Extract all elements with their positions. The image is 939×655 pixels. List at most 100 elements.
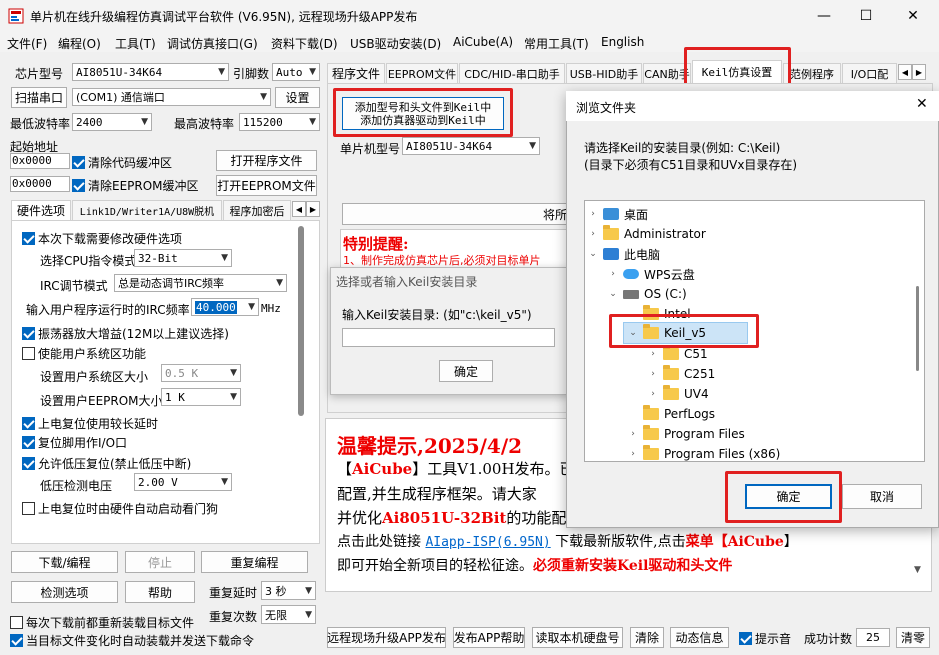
tab-scroll-right-icon[interactable]: ▶ xyxy=(912,64,926,80)
long-delay-checkbox[interactable]: 上电复位使用较长延时 xyxy=(22,415,158,432)
low-volt-select[interactable]: 2.00 V ▼ xyxy=(134,473,232,491)
user-sys-size-select[interactable]: 0.5 K ▼ xyxy=(161,364,241,382)
tab-cdc-serial[interactable]: CDC/HID-串口助手 xyxy=(459,63,565,83)
tab-usb-hid[interactable]: USB-HID助手 xyxy=(566,63,642,83)
tree-item-program-files-x86[interactable]: › Program Files (x86) xyxy=(628,444,780,461)
menu-tools[interactable]: 工具(T) xyxy=(115,35,156,52)
read-disk-id-button[interactable]: 读取本机硬盘号 xyxy=(532,627,623,648)
menu-file[interactable]: 文件(F) xyxy=(7,35,47,52)
chevron-right-icon: › xyxy=(611,269,615,279)
tab-examples[interactable]: 范例程序 xyxy=(783,63,841,83)
com-port-select[interactable]: (COM1) 通信端口 ▼ xyxy=(72,88,271,106)
tree-item-c51[interactable]: › C51 xyxy=(648,344,708,364)
tree-item-this-pc[interactable]: ⌄ 此电脑 xyxy=(588,244,660,264)
chevron-down-icon: ▼ xyxy=(305,585,312,596)
beep-checkbox[interactable]: 提示音 xyxy=(739,630,791,647)
tab-keil-sim[interactable]: Keil仿真设置 xyxy=(692,60,782,83)
menu-usb-driver[interactable]: USB驱动安装(D) xyxy=(350,35,441,52)
tab-scroll-right-icon[interactable]: ▶ xyxy=(306,201,320,217)
tab-scroll-left-icon[interactable]: ◀ xyxy=(898,64,912,80)
tree-item-administrator[interactable]: › Administrator xyxy=(588,224,706,244)
tree-item-program-files[interactable]: › Program Files xyxy=(628,424,745,444)
tree-item-perflogs[interactable]: PerfLogs xyxy=(628,404,715,424)
panel-scrollbar[interactable] xyxy=(298,226,304,416)
repeat-program-button[interactable]: 重复编程 xyxy=(201,551,308,573)
menu-english[interactable]: English xyxy=(601,35,644,49)
scan-port-button[interactable]: 扫描串口 xyxy=(11,87,67,108)
tree-item-wps-cloud[interactable]: › WPS云盘 xyxy=(608,264,695,284)
tips-scroll-down-icon[interactable]: ▼ xyxy=(914,565,921,575)
irc-mode-select[interactable]: 总是动态调节IRC频率 ▼ xyxy=(114,274,287,292)
tree-scrollbar[interactable] xyxy=(916,286,919,371)
remote-upgrade-button[interactable]: 远程现场升级APP发布 xyxy=(327,627,446,648)
osc-gain-checkbox[interactable]: 振荡器放大增益(12M以上建议选择) xyxy=(22,325,229,342)
clear-button[interactable]: 清除 xyxy=(630,627,664,648)
menu-program[interactable]: 编程(O) xyxy=(58,35,101,52)
code-address-input[interactable]: 0x0000 xyxy=(10,153,70,169)
tab-scroll-left-icon[interactable]: ◀ xyxy=(292,201,306,217)
reload-each-checkbox[interactable]: 每次下载前都重新装载目标文件 xyxy=(10,614,194,631)
max-baud-select[interactable]: 115200 ▼ xyxy=(239,113,320,131)
tab-can[interactable]: CAN助手 xyxy=(643,63,691,83)
clear-code-checkbox[interactable]: 清除代码缓冲区 xyxy=(72,154,172,171)
modify-hw-checkbox[interactable]: 本次下载需要修改硬件选项 xyxy=(22,230,182,247)
tab-offline-writer[interactable]: Link1D/Writer1A/U8W脱机 xyxy=(72,200,222,220)
mcu-model-select[interactable]: AI8051U-34K64 ▼ xyxy=(402,137,540,155)
menu-common-tools[interactable]: 常用工具(T) xyxy=(524,35,589,52)
convert-button[interactable]: 将所 xyxy=(342,203,572,225)
cpu-mode-select[interactable]: 32-Bit ▼ xyxy=(134,249,232,267)
folder-icon xyxy=(603,225,619,240)
user-sys-area-checkbox[interactable]: 使能用户系统区功能 xyxy=(22,345,146,362)
maximize-button[interactable]: ☐ xyxy=(843,0,889,32)
port-settings-button[interactable]: 设置 xyxy=(275,87,320,108)
minimize-button[interactable]: — xyxy=(801,0,847,32)
browse-cancel-button[interactable]: 取消 xyxy=(842,484,922,509)
close-button[interactable]: ✕ xyxy=(890,0,936,32)
menu-aicube[interactable]: AiCube(A) xyxy=(453,35,513,49)
repeat-delay-select[interactable]: 3 秒 ▼ xyxy=(261,581,316,600)
folder-tree[interactable]: › 桌面 › Administrator ⌄ 此电脑 › WPS云盘 ⌄ OS (C:) … xyxy=(584,200,925,462)
tab-program-file[interactable]: 程序文件 xyxy=(327,63,385,83)
help-button[interactable]: 帮助 xyxy=(125,581,195,603)
user-eeprom-select[interactable]: 1 K ▼ xyxy=(161,388,241,406)
tab-eeprom-file[interactable]: EEPROM文件 xyxy=(386,63,458,83)
watchdog-checkbox[interactable]: 上电复位时由硬件自动启动看门狗 xyxy=(22,500,218,517)
menu-debug-interface[interactable]: 调试仿真接口(G) xyxy=(167,35,258,52)
tree-item-intel[interactable]: Intel xyxy=(628,304,691,324)
low-volt-reset-checkbox[interactable]: 允许低压复位(禁止低压中断) xyxy=(22,455,191,472)
tree-item-desktop[interactable]: › 桌面 xyxy=(588,204,648,224)
publish-help-button[interactable]: 发布APP帮助 xyxy=(453,627,525,648)
min-baud-select[interactable]: 2400 ▼ xyxy=(72,113,152,131)
cloud-icon xyxy=(623,269,639,279)
keil-dir-ok-button[interactable]: 确定 xyxy=(439,360,493,382)
reset-count-button[interactable]: 清零 xyxy=(896,627,930,648)
chip-model-select[interactable]: AI8051U-34K64 ▼ xyxy=(72,63,229,81)
open-program-file-button[interactable]: 打开程序文件 xyxy=(216,150,317,171)
reset-io-checkbox[interactable]: 复位脚用作I/O口 xyxy=(22,434,127,451)
add-to-keil-button[interactable]: 添加型号和头文件到Keil中 添加仿真器驱动到Keil中 xyxy=(342,97,504,130)
tab-hardware-options[interactable]: 硬件选项 xyxy=(11,200,71,220)
irc-freq-input[interactable]: 40.000 ▼ xyxy=(191,298,259,316)
tree-item-uv4[interactable]: › UV4 xyxy=(648,384,709,404)
eeprom-address-input[interactable]: 0x0000 xyxy=(10,176,70,192)
browse-ok-button[interactable]: 确定 xyxy=(745,484,832,509)
dynamic-info-button[interactable]: 动态信息 xyxy=(670,627,729,648)
keil-dir-input[interactable] xyxy=(342,328,555,347)
chevron-down-icon: ▼ xyxy=(309,117,316,127)
detect-options-button[interactable]: 检测选项 xyxy=(11,581,118,603)
stop-button[interactable]: 停止 xyxy=(125,551,195,573)
tree-item-keil-v5[interactable]: ⌄ Keil_v5 xyxy=(623,322,748,344)
auto-reload-checkbox[interactable]: 当目标文件变化时自动装载并发送下载命令 xyxy=(10,632,254,649)
tree-item-os-c[interactable]: ⌄ OS (C:) xyxy=(608,284,686,304)
repeat-count-select[interactable]: 无限 ▼ xyxy=(261,605,316,624)
clear-eeprom-checkbox[interactable]: 清除EEPROM缓冲区 xyxy=(72,177,199,194)
browse-close-icon[interactable]: ✕ xyxy=(916,96,928,112)
pin-count-select[interactable]: Auto ▼ xyxy=(272,63,320,81)
menu-downloads[interactable]: 资料下载(D) xyxy=(271,35,338,52)
download-program-button[interactable]: 下载/编程 xyxy=(11,551,118,573)
tab-io-config[interactable]: I/O口配 xyxy=(842,63,897,83)
tab-encryption[interactable]: 程序加密后 xyxy=(223,200,291,220)
download-link[interactable]: AIapp-ISP(6.95N) xyxy=(425,535,550,550)
open-eeprom-file-button[interactable]: 打开EEPROM文件 xyxy=(216,175,317,196)
tree-item-c251[interactable]: › C251 xyxy=(648,364,715,384)
